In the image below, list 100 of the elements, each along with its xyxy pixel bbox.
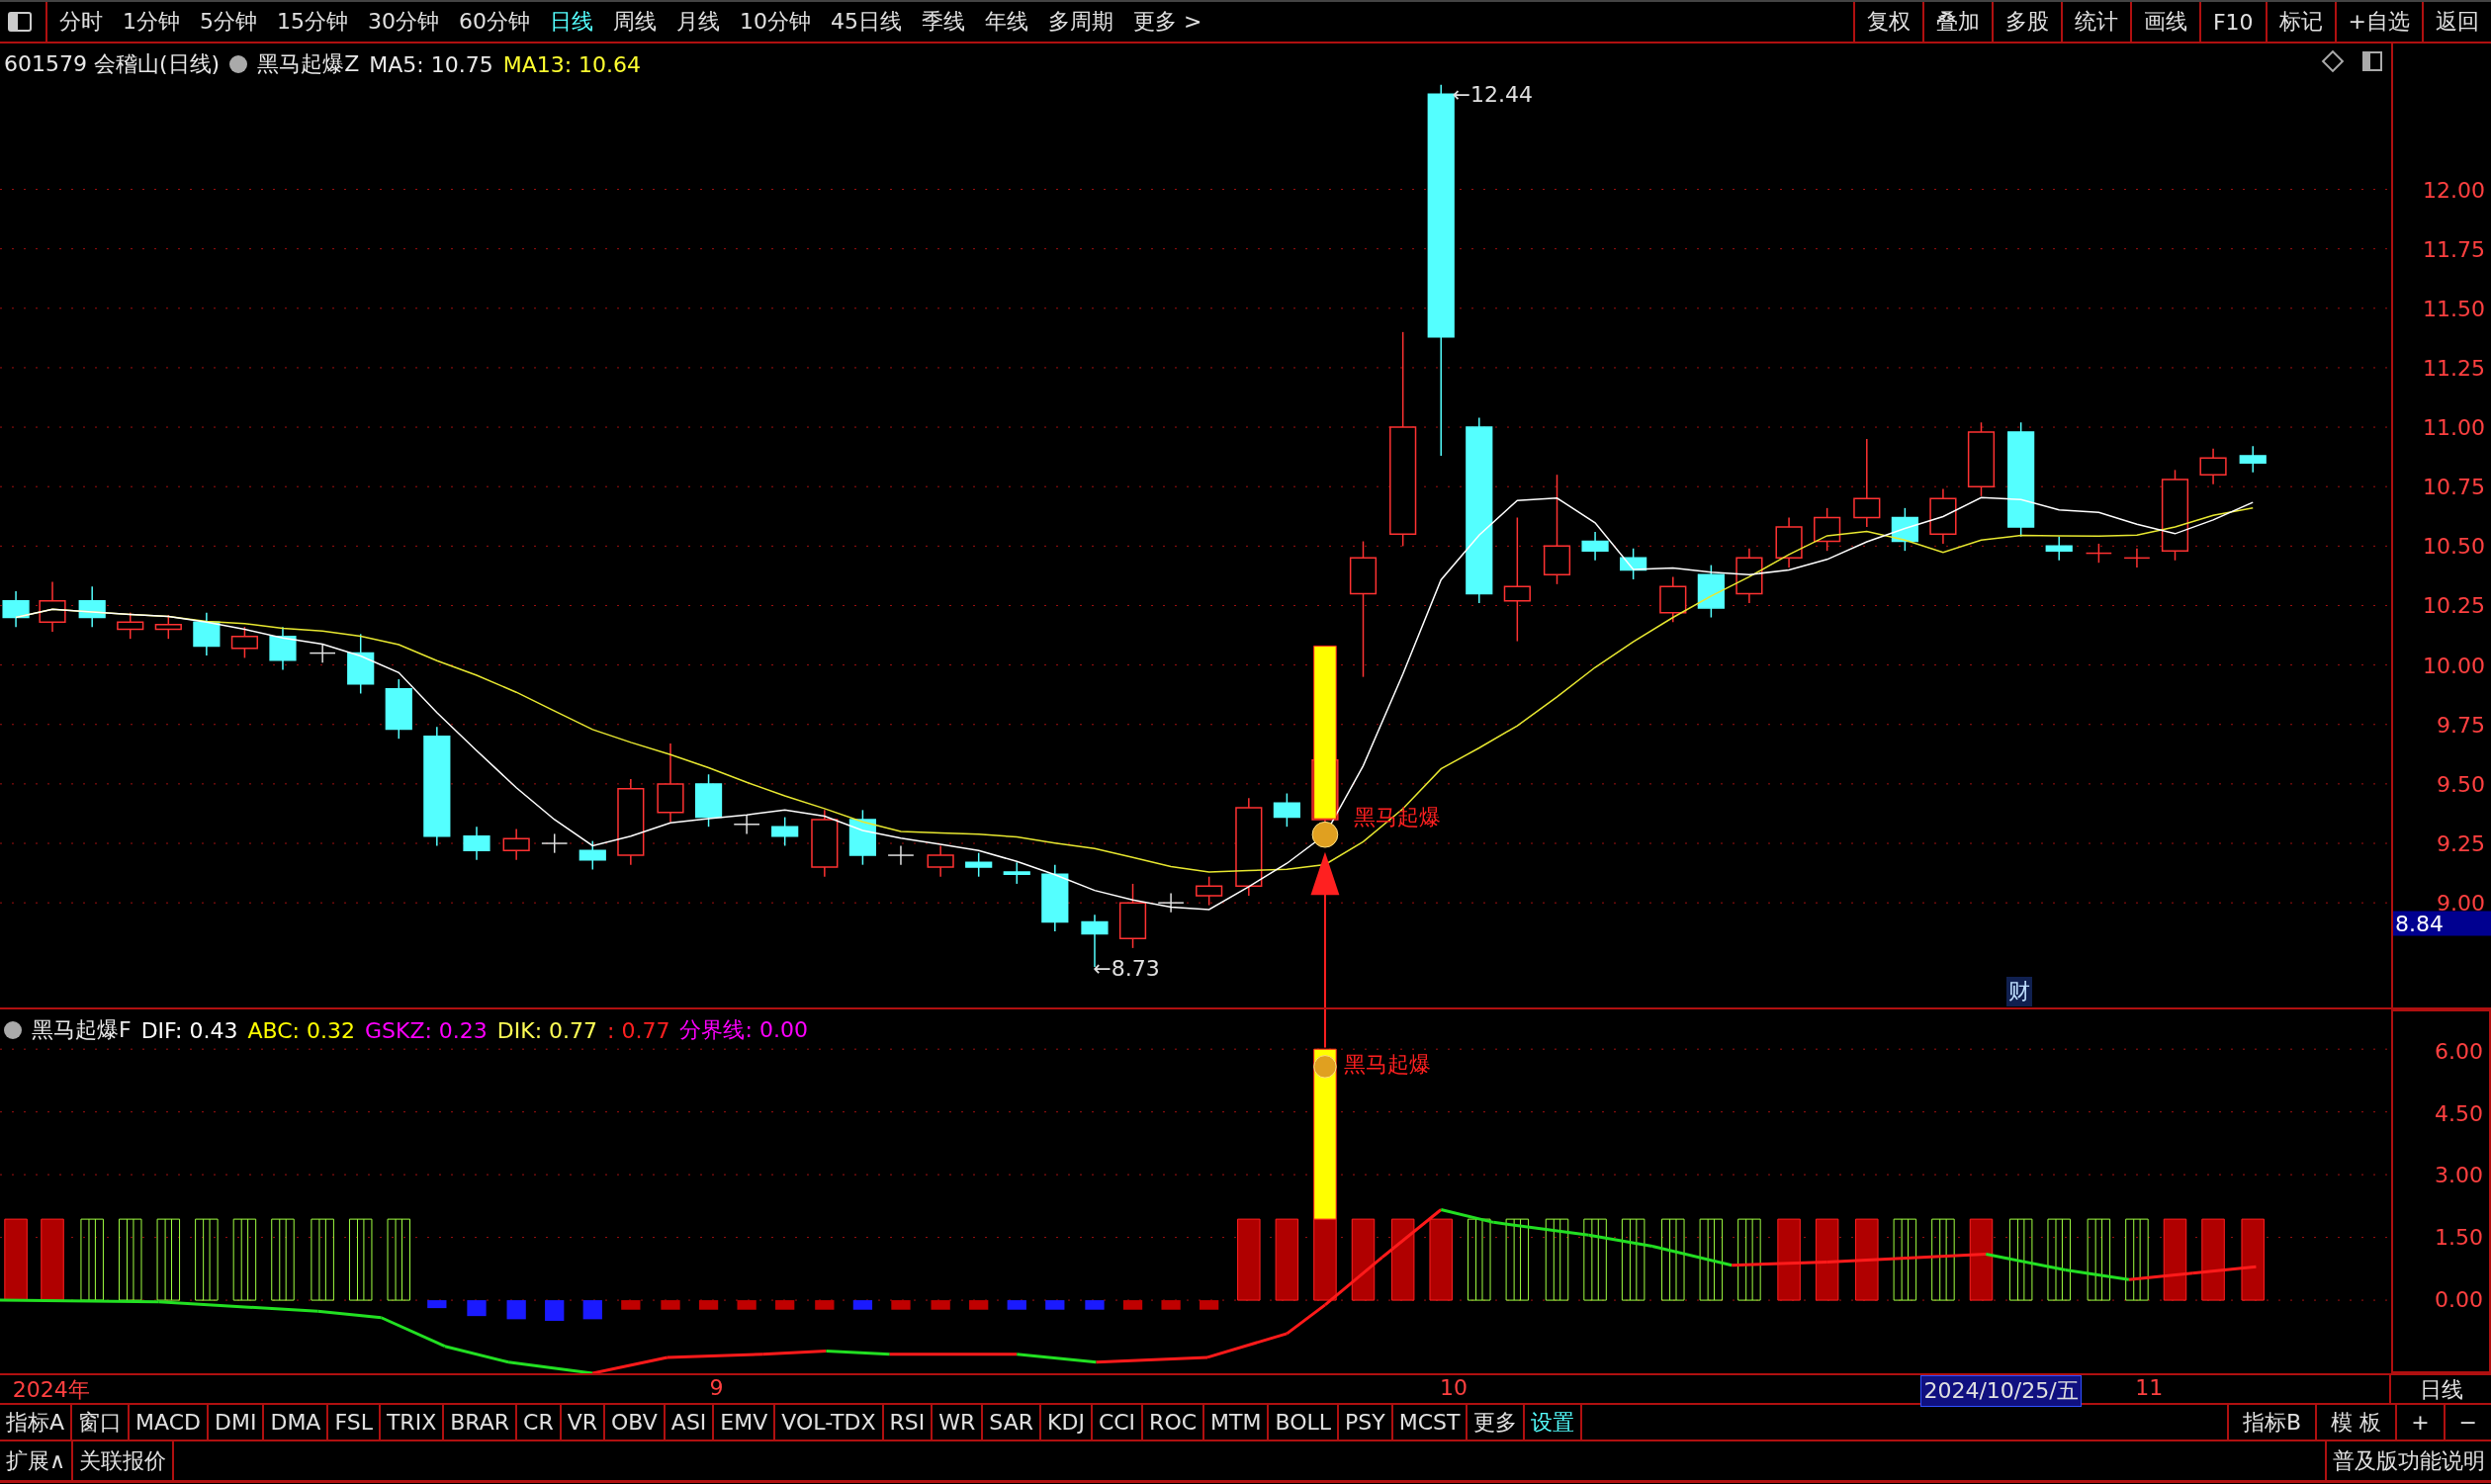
axis-label: 10.25 bbox=[2423, 592, 2485, 618]
candlestick bbox=[78, 585, 106, 628]
status-button[interactable]: 关联报价 bbox=[73, 1441, 175, 1480]
period-tab[interactable]: 15分钟 bbox=[277, 7, 348, 37]
period-tab[interactable]: 季线 bbox=[922, 7, 965, 37]
indicator-tab[interactable]: WR bbox=[933, 1405, 984, 1440]
indicator-value: DIK: 0.77 bbox=[496, 1017, 598, 1043]
indicator-tab[interactable]: 指标A bbox=[0, 1405, 73, 1440]
indicator-bar bbox=[931, 1300, 950, 1310]
candlestick bbox=[2045, 536, 2073, 562]
candlestick bbox=[1157, 892, 1185, 914]
axis-label: 9.50 bbox=[2437, 771, 2485, 797]
toolbar-button[interactable]: 返回 bbox=[2422, 2, 2491, 42]
period-tab[interactable]: 更多 > bbox=[1133, 7, 1202, 37]
candlestick bbox=[1273, 792, 1300, 828]
period-tab[interactable]: 1分钟 bbox=[123, 7, 180, 37]
indicator-tab[interactable]: 设置 bbox=[1525, 1405, 1583, 1440]
indicator-bar bbox=[545, 1300, 565, 1321]
date-label: 2024年 bbox=[12, 1376, 90, 1404]
indicator-value: : 0.77 bbox=[607, 1017, 670, 1043]
indicator-bar bbox=[1085, 1300, 1105, 1310]
panel-icon[interactable] bbox=[8, 12, 32, 32]
axis-label: 9.25 bbox=[2437, 830, 2485, 856]
toolbar-button[interactable]: 画线 bbox=[2129, 2, 2199, 42]
toolbar-button[interactable]: 叠加 bbox=[1921, 2, 1992, 42]
signal-label: 黑马起爆 bbox=[1353, 803, 1441, 831]
coin-icon bbox=[1313, 1055, 1337, 1079]
indicator-tab[interactable]: KDJ bbox=[1041, 1405, 1093, 1440]
axis-label: 11.00 bbox=[2423, 414, 2485, 440]
indicator-tab[interactable]: VR bbox=[561, 1405, 606, 1440]
candlestick bbox=[965, 851, 993, 878]
period-tab[interactable]: 分时 bbox=[59, 7, 103, 37]
indicator-bar bbox=[506, 1300, 526, 1320]
indicator-value: 分界线: 0.00 bbox=[679, 1016, 808, 1044]
indicator-tab[interactable]: EMV bbox=[714, 1405, 776, 1440]
indicator-tab[interactable]: MCST bbox=[1392, 1405, 1468, 1440]
toolbar-button[interactable]: − bbox=[2443, 1405, 2491, 1440]
indicator-bar bbox=[621, 1300, 641, 1310]
period-tab[interactable]: 45日线 bbox=[831, 7, 902, 37]
indicator-tab[interactable]: MACD bbox=[130, 1405, 209, 1440]
period-label: 日线 bbox=[2389, 1375, 2491, 1403]
indicator-tab[interactable]: MTM bbox=[1204, 1405, 1270, 1440]
indicator-tab[interactable]: BOLL bbox=[1269, 1405, 1340, 1440]
indicator-tab[interactable]: ASI bbox=[665, 1405, 715, 1440]
finance-label[interactable]: 财 bbox=[2006, 976, 2033, 1006]
indicator-tab[interactable]: CR bbox=[517, 1405, 562, 1440]
indicator-tab[interactable]: DMA bbox=[264, 1405, 329, 1440]
candlestick bbox=[193, 611, 221, 656]
candlestick bbox=[1118, 883, 1147, 949]
candlestick bbox=[694, 773, 723, 828]
axis-label: 12.00 bbox=[2423, 177, 2485, 203]
indicator-tab[interactable]: BRAR bbox=[444, 1405, 518, 1440]
toolbar-button[interactable]: 指标B bbox=[2227, 1405, 2316, 1440]
indicator-bar bbox=[582, 1300, 602, 1320]
cursor-date: 2024/10/25/五 bbox=[1920, 1375, 2082, 1407]
indicator-bar bbox=[737, 1300, 756, 1310]
indicator-tab[interactable]: OBV bbox=[605, 1405, 666, 1440]
toolbar-button[interactable]: F10 bbox=[2198, 2, 2266, 42]
indicator-tab[interactable]: 窗口 bbox=[72, 1405, 131, 1440]
toolbar-button[interactable]: 复权 bbox=[1852, 2, 1922, 42]
indicator-tab[interactable]: VOL-TDX bbox=[775, 1405, 884, 1440]
candlestick bbox=[39, 580, 66, 633]
period-tab[interactable]: 60分钟 bbox=[459, 7, 530, 37]
candlestick bbox=[1891, 507, 1918, 552]
period-tab[interactable]: 5分钟 bbox=[200, 7, 257, 37]
candlestick bbox=[1659, 575, 1687, 624]
indicator-tab[interactable]: RSI bbox=[883, 1405, 934, 1440]
indicator-bar bbox=[1045, 1300, 1065, 1310]
indicator-tab[interactable]: PSY bbox=[1339, 1405, 1393, 1440]
period-tab[interactable]: 月线 bbox=[676, 7, 720, 37]
toolbar-button[interactable]: + bbox=[2395, 1405, 2444, 1440]
period-tab[interactable]: 周线 bbox=[613, 7, 657, 37]
help-link[interactable]: 普及版功能说明 bbox=[2325, 1441, 2491, 1480]
period-tab[interactable]: 10分钟 bbox=[740, 7, 811, 37]
candlestick bbox=[154, 614, 182, 640]
period-tab[interactable]: 日线 bbox=[550, 7, 593, 37]
toolbar-button[interactable]: 模 板 bbox=[2315, 1405, 2396, 1440]
toolbar-button[interactable]: +自选 bbox=[2334, 2, 2422, 42]
indicator-tab[interactable]: FSL bbox=[328, 1405, 381, 1440]
status-button[interactable]: 扩展∧ bbox=[0, 1441, 74, 1480]
period-tab[interactable]: 年线 bbox=[985, 7, 1028, 37]
panel-icon[interactable] bbox=[2362, 51, 2383, 71]
indicator-tab[interactable]: CCI bbox=[1092, 1405, 1144, 1440]
indicator-tab[interactable]: DMI bbox=[209, 1405, 265, 1440]
indicator-tab[interactable]: ROC bbox=[1143, 1405, 1205, 1440]
toolbar-button[interactable]: 多股 bbox=[1991, 2, 2061, 42]
candlestick bbox=[1814, 507, 1841, 552]
period-tab[interactable]: 30分钟 bbox=[368, 7, 439, 37]
indicator-bar bbox=[1007, 1300, 1026, 1310]
candlestick bbox=[1735, 548, 1763, 604]
indicator-name: 黑马起爆F bbox=[32, 1016, 132, 1044]
indicator-bar bbox=[775, 1300, 795, 1310]
indicator-tab[interactable]: TRIX bbox=[380, 1405, 445, 1440]
toolbar-button[interactable]: 统计 bbox=[2060, 2, 2130, 42]
indicator-tab[interactable]: 更多 bbox=[1468, 1405, 1526, 1440]
toolbar-button[interactable]: 标记 bbox=[2265, 2, 2335, 42]
period-tab[interactable]: 多周期 bbox=[1048, 7, 1113, 37]
indicator-tab[interactable]: SAR bbox=[983, 1405, 1042, 1440]
candlestick bbox=[1196, 875, 1223, 907]
candlestick bbox=[463, 826, 490, 861]
